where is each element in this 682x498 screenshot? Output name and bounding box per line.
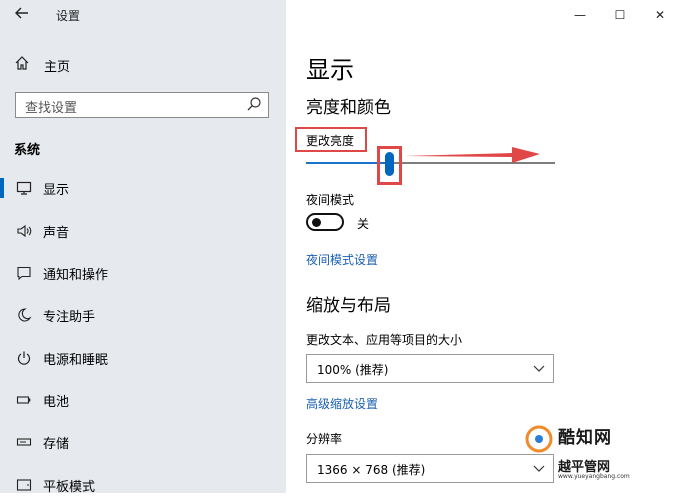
storage-icon <box>15 433 33 451</box>
resolution-dropdown[interactable]: 1366 × 768 (推荐) <box>306 454 554 483</box>
home-nav-item[interactable]: 主页 <box>14 54 70 76</box>
notification-icon <box>15 264 33 282</box>
window-title: 设置 <box>56 9 81 23</box>
sidebar-item-focus-assist[interactable]: 专注助手 <box>0 302 286 328</box>
sidebar-item-power-sleep[interactable]: 电源和睡眠 <box>0 345 286 371</box>
watermark: 酷知网 越平管网 www.yueyangbang.com <box>520 420 680 490</box>
sidebar-item-display[interactable]: 显示 <box>0 175 286 201</box>
chevron-down-icon <box>533 365 545 372</box>
section-title: 系统 <box>14 143 41 158</box>
sidebar-item-tablet-mode[interactable]: 平板模式 <box>0 472 286 498</box>
night-mode-label: 夜间模式 <box>306 193 355 207</box>
night-mode-state: 关 <box>357 217 370 231</box>
advanced-scaling-link[interactable]: 高级缩放设置 <box>306 395 378 412</box>
search-input[interactable]: 查找设置 <box>15 92 269 118</box>
sidebar-item-label: 电源和睡眠 <box>43 352 109 368</box>
search-icon[interactable] <box>246 96 262 112</box>
watermark-logo-icon <box>525 425 553 453</box>
watermark-url: www.yueyangbang.com <box>558 473 630 480</box>
close-button[interactable]: ✕ <box>650 6 670 24</box>
night-mode-toggle[interactable] <box>306 213 344 231</box>
brightness-label: 更改亮度 <box>306 134 355 148</box>
sidebar-item-label: 声音 <box>43 225 70 241</box>
sidebar-item-label: 通知和操作 <box>43 267 109 283</box>
resolution-value: 1366 × 768 (推荐) <box>317 463 426 477</box>
scale-value: 100% (推荐) <box>317 363 389 377</box>
scale-dropdown[interactable]: 100% (推荐) <box>306 354 554 383</box>
sidebar-item-battery[interactable]: 电池 <box>0 387 286 413</box>
brightness-section-title: 亮度和颜色 <box>306 98 391 118</box>
scale-label: 更改文本、应用等项目的大小 <box>306 333 463 347</box>
sidebar-item-storage[interactable]: 存储 <box>0 429 286 455</box>
maximize-button[interactable]: ☐ <box>610 6 630 24</box>
annotation-arrow-icon <box>404 147 540 163</box>
annotation-thumb-box <box>377 146 402 185</box>
watermark-name-top: 酷知网 <box>558 428 612 448</box>
search-placeholder: 查找设置 <box>25 101 78 116</box>
speaker-icon <box>15 222 33 240</box>
sidebar-item-notifications[interactable]: 通知和操作 <box>0 260 286 286</box>
resolution-label: 分辨率 <box>306 432 343 446</box>
sidebar: 设置 主页 查找设置 系统 显示 声音 通知和操作 专注助手 电源和睡眠 电池 … <box>0 0 286 495</box>
battery-icon <box>15 391 33 409</box>
sidebar-item-label: 专注助手 <box>43 309 96 325</box>
sidebar-item-sound[interactable]: 声音 <box>0 218 286 244</box>
sidebar-item-label: 显示 <box>43 182 70 198</box>
tablet-icon <box>15 476 33 494</box>
sidebar-item-label: 电池 <box>43 394 70 410</box>
sidebar-item-label: 存储 <box>43 436 70 452</box>
sidebar-item-label: 平板模式 <box>43 479 96 495</box>
minimize-button[interactable]: — <box>570 6 590 24</box>
monitor-icon <box>15 179 33 197</box>
home-icon <box>14 55 32 75</box>
back-arrow-icon[interactable] <box>14 5 34 25</box>
toggle-knob <box>312 218 321 227</box>
night-mode-settings-link[interactable]: 夜间模式设置 <box>306 251 378 268</box>
home-label: 主页 <box>44 59 71 75</box>
power-icon <box>15 349 33 367</box>
scale-section-title: 缩放与布局 <box>306 296 391 316</box>
page-title: 显示 <box>306 56 354 84</box>
moon-icon <box>15 306 33 324</box>
